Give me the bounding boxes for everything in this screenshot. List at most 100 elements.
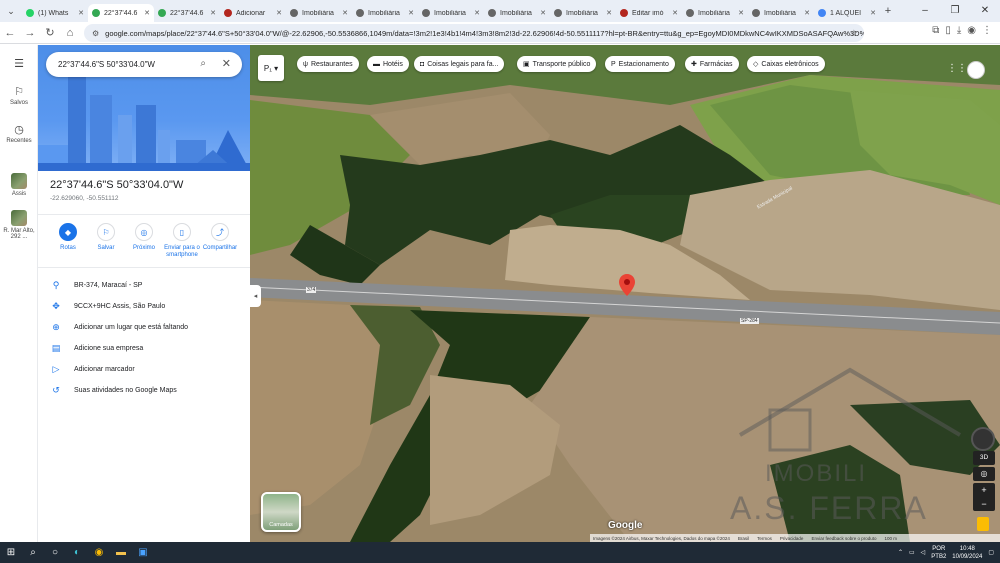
chip-camera[interactable]: ◘ Coisas legais para fa... xyxy=(414,56,505,72)
info-row[interactable]: ⊕ Adicionar um lugar que está faltando xyxy=(38,317,250,338)
close-tab-icon[interactable]: ✕ xyxy=(144,9,150,17)
zoom-out-button[interactable]: − xyxy=(973,497,995,511)
side-panel-icon[interactable]: ▯ xyxy=(945,25,951,36)
browser-tab[interactable]: Imobiliária ✕ xyxy=(682,4,748,22)
notifications-icon[interactable]: ▢ xyxy=(988,549,994,556)
map-layer-toggle-button[interactable]: P₁ ▾ xyxy=(258,55,284,81)
network-icon[interactable]: ▭ xyxy=(909,549,915,556)
search-box[interactable]: 22°37'44.6"S 50°33'04.0"W ⌕ ✕ xyxy=(46,52,242,77)
file-explorer-icon[interactable]: ▬ xyxy=(110,547,132,558)
tab-search-icon[interactable]: ⌄ xyxy=(0,0,22,22)
home-icon[interactable]: ⌂ xyxy=(60,27,80,39)
region-link[interactable]: Brasil xyxy=(738,536,749,541)
location-pin-icon[interactable] xyxy=(619,274,635,296)
search-input[interactable]: 22°37'44.6"S 50°33'04.0"W xyxy=(58,60,155,69)
my-location-icon[interactable]: ◎ xyxy=(973,467,995,481)
privacy-link[interactable]: Privacidade xyxy=(780,536,804,541)
scale-bar[interactable]: 100 m xyxy=(884,536,897,541)
back-icon[interactable]: ← xyxy=(0,27,20,39)
browser-menu-icon[interactable]: ⋮ xyxy=(982,25,992,36)
site-info-icon[interactable]: ⚙ xyxy=(92,29,99,38)
edge-icon[interactable]: ◐ xyxy=(66,547,88,558)
recent-place-assis[interactable]: Assis xyxy=(0,173,38,197)
task-view-icon[interactable]: ○ xyxy=(44,547,66,558)
browser-tab[interactable]: Imobiliária ✕ xyxy=(352,4,418,22)
phone-button[interactable]: ▯ Enviar para o smartphone xyxy=(163,223,201,259)
compass-icon[interactable] xyxy=(971,427,995,451)
browser-tab[interactable]: (1) Whats ✕ xyxy=(22,4,88,22)
info-row[interactable]: ✥ 9CCX+9HC Assis, São Paulo xyxy=(38,296,250,317)
close-tab-icon[interactable]: ✕ xyxy=(738,9,744,17)
close-tab-icon[interactable]: ✕ xyxy=(342,9,348,17)
close-tab-icon[interactable]: ✕ xyxy=(540,9,546,17)
photos-icon[interactable]: ▣ xyxy=(132,547,154,558)
search-icon[interactable]: ⌕ xyxy=(200,58,206,69)
directions-button[interactable]: ◆ Rotas xyxy=(49,223,87,252)
feedback-link[interactable]: Enviar feedback sobre o produto xyxy=(811,536,876,541)
3d-toggle-button[interactable]: 3D xyxy=(973,451,995,465)
close-tab-icon[interactable]: ✕ xyxy=(276,9,282,17)
new-tab-button[interactable]: + xyxy=(880,5,896,17)
terms-link[interactable]: Termos xyxy=(757,536,772,541)
chip-pharmacy[interactable]: ✚ Farmácias xyxy=(685,56,739,72)
close-tab-icon[interactable]: ✕ xyxy=(606,9,612,17)
info-row[interactable]: ▤ Adicione sua empresa xyxy=(38,338,250,359)
close-tab-icon[interactable]: ✕ xyxy=(474,9,480,17)
chrome-icon[interactable]: ◉ xyxy=(88,547,110,558)
browser-tab[interactable]: 1 ALQUEI ✕ xyxy=(814,4,880,22)
browser-tab[interactable]: Editar imó ✕ xyxy=(616,4,682,22)
close-tab-icon[interactable]: ✕ xyxy=(408,9,414,17)
minimize-icon[interactable]: – xyxy=(910,0,940,22)
search-icon[interactable]: ⌕ xyxy=(22,547,44,558)
menu-icon[interactable]: ☰ xyxy=(0,57,38,72)
saved-button[interactable]: ⚐ Salvos xyxy=(0,85,38,106)
chip-parking[interactable]: P Estacionamento xyxy=(605,56,675,72)
info-row[interactable]: ▷ Adicionar marcador xyxy=(38,359,250,380)
forward-icon[interactable]: → xyxy=(20,27,40,39)
browser-tab[interactable]: Imobiliária ✕ xyxy=(550,4,616,22)
browser-tab[interactable]: Adicionar ✕ xyxy=(220,4,286,22)
volume-icon[interactable]: ◁ xyxy=(921,549,926,556)
close-tab-icon[interactable]: ✕ xyxy=(672,9,678,17)
close-tab-icon[interactable]: ✕ xyxy=(210,9,216,17)
share-button[interactable]: ⤴ Compartilhar xyxy=(201,223,239,252)
chip-transit[interactable]: ▣ Transporte público xyxy=(517,56,597,72)
browser-tab[interactable]: Imobiliária ✕ xyxy=(748,4,814,22)
account-avatar[interactable] xyxy=(967,61,985,79)
close-tab-icon[interactable]: ✕ xyxy=(870,9,876,17)
close-window-icon[interactable]: ✕ xyxy=(970,0,1000,22)
start-icon[interactable]: ⊞ xyxy=(0,547,22,558)
recent-button[interactable]: ◷ Recentes xyxy=(0,123,38,144)
browser-tab[interactable]: 22°37'44.6 ✕ xyxy=(154,4,220,22)
close-tab-icon[interactable]: ✕ xyxy=(78,9,84,17)
close-tab-icon[interactable]: ✕ xyxy=(804,9,810,17)
language-indicator[interactable]: POR PTB2 xyxy=(931,545,946,561)
extensions-icon[interactable]: ⧉ xyxy=(932,25,939,36)
info-row[interactable]: ↺ Suas atividades no Google Maps xyxy=(38,380,250,401)
bookmark-star-icon[interactable]: ☆ xyxy=(850,28,858,39)
pegman-icon[interactable] xyxy=(977,517,989,531)
clock[interactable]: 10:48 10/09/2024 xyxy=(952,545,982,561)
tray-arrow-icon[interactable]: ⌃ xyxy=(898,549,903,556)
browser-tab[interactable]: Imobiliária ✕ xyxy=(418,4,484,22)
browser-tab[interactable]: Imobiliária ✕ xyxy=(286,4,352,22)
reload-icon[interactable]: ↻ xyxy=(40,26,60,39)
nearby-button[interactable]: ◎ Próximo xyxy=(125,223,163,252)
address-bar[interactable]: ⚙ google.com/maps/place/22°37'44.6"S+50°… xyxy=(84,24,864,42)
bookmark-button[interactable]: ⚐ Salvar xyxy=(87,223,125,252)
download-icon[interactable]: ⤓ xyxy=(957,25,961,36)
profile-icon[interactable]: ◉ xyxy=(967,25,976,36)
maximize-icon[interactable]: ❐ xyxy=(940,0,970,22)
chip-hotel[interactable]: ▬ Hotéis xyxy=(367,56,409,72)
collapse-panel-button[interactable]: ◂ xyxy=(250,285,261,307)
close-icon[interactable]: ✕ xyxy=(222,57,231,70)
chip-atm[interactable]: ◇ Caixas eletrônicos xyxy=(747,56,825,72)
place-coordinates[interactable]: -22.629060, -50.551112 xyxy=(50,195,118,202)
browser-tab[interactable]: Imobiliária ✕ xyxy=(484,4,550,22)
chip-restaurant[interactable]: ψ Restaurantes xyxy=(297,56,359,72)
zoom-in-button[interactable]: + xyxy=(973,483,995,497)
browser-tab[interactable]: 22°37'44.6 ✕ xyxy=(88,4,154,22)
info-row[interactable]: ⚲ BR-374, Maracaí - SP xyxy=(38,275,250,296)
layers-button[interactable]: Camadas xyxy=(261,492,301,532)
satellite-map[interactable]: IMOBILI A.S. FERRA 374 SP-284 Estrada Mu… xyxy=(250,45,1000,542)
